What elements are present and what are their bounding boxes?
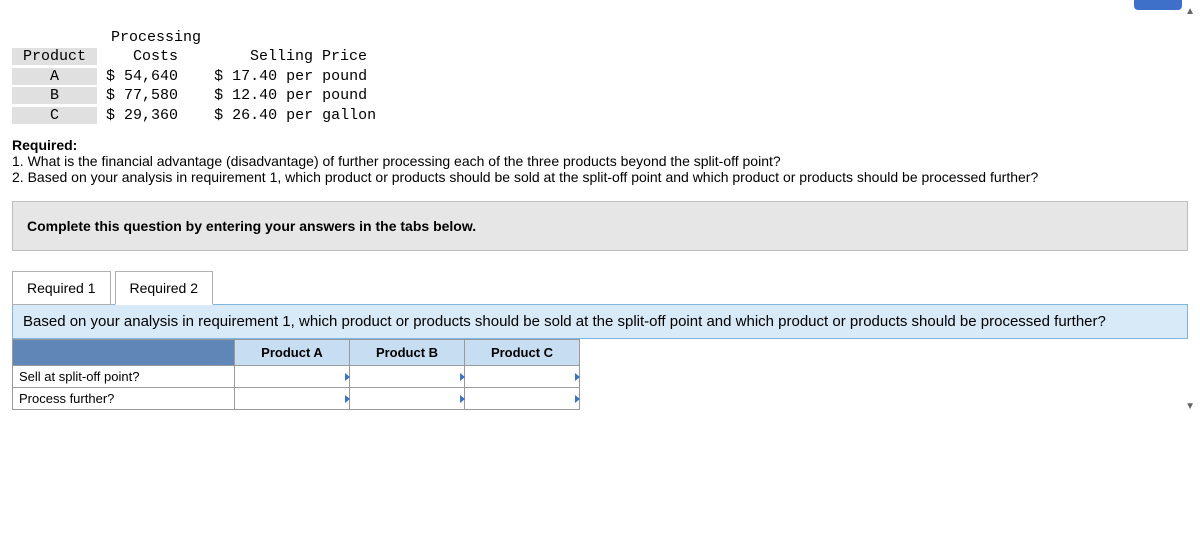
instruction-bar: Complete this question by entering your … xyxy=(12,201,1188,251)
answer-cell-sell-a[interactable] xyxy=(235,366,350,388)
table-header-row: Processing Product Costs Selling Price xyxy=(12,29,385,66)
table-row: C $ 29,360 $ 26.40 per gallon xyxy=(12,107,376,124)
answer-table: Product A Product B Product C Sell at sp… xyxy=(12,339,580,410)
row-header-process: Process further? xyxy=(13,388,235,410)
question-text: Based on your analysis in requirement 1,… xyxy=(12,304,1188,339)
table-row: A $ 54,640 $ 17.40 per pound xyxy=(12,68,367,85)
answer-cell-process-a[interactable] xyxy=(235,388,350,410)
col-header-product-c: Product C xyxy=(465,340,580,366)
scroll-down-arrow[interactable]: ▼ xyxy=(1185,401,1195,412)
dropdown-icon xyxy=(575,395,580,403)
answer-cell-process-c[interactable] xyxy=(465,388,580,410)
col-header-product-b: Product B xyxy=(350,340,465,366)
tab-panel: Based on your analysis in requirement 1,… xyxy=(12,304,1188,410)
required-title: Required: xyxy=(12,137,1188,153)
required-q2: 2. Based on your analysis in requirement… xyxy=(12,169,1188,185)
blank-header xyxy=(13,340,235,366)
required-block: Required: 1. What is the financial advan… xyxy=(12,137,1188,185)
scroll-up-arrow[interactable]: ▲ xyxy=(1185,6,1195,17)
partial-button[interactable] xyxy=(1134,0,1182,10)
tab-required-1[interactable]: Required 1 xyxy=(12,271,111,305)
table-row: B $ 77,580 $ 12.40 per pound xyxy=(12,87,367,104)
answer-cell-sell-b[interactable] xyxy=(350,366,465,388)
col-header-product-a: Product A xyxy=(235,340,350,366)
tab-required-2[interactable]: Required 2 xyxy=(115,271,214,305)
answer-cell-sell-c[interactable] xyxy=(465,366,580,388)
required-q1: 1. What is the financial advantage (disa… xyxy=(12,153,1188,169)
data-table: Processing Product Costs Selling Price A… xyxy=(12,8,1188,125)
row-header-sell: Sell at split-off point? xyxy=(13,366,235,388)
answer-cell-process-b[interactable] xyxy=(350,388,465,410)
tabs: Required 1 Required 2 xyxy=(12,271,1188,305)
dropdown-icon xyxy=(575,373,580,381)
